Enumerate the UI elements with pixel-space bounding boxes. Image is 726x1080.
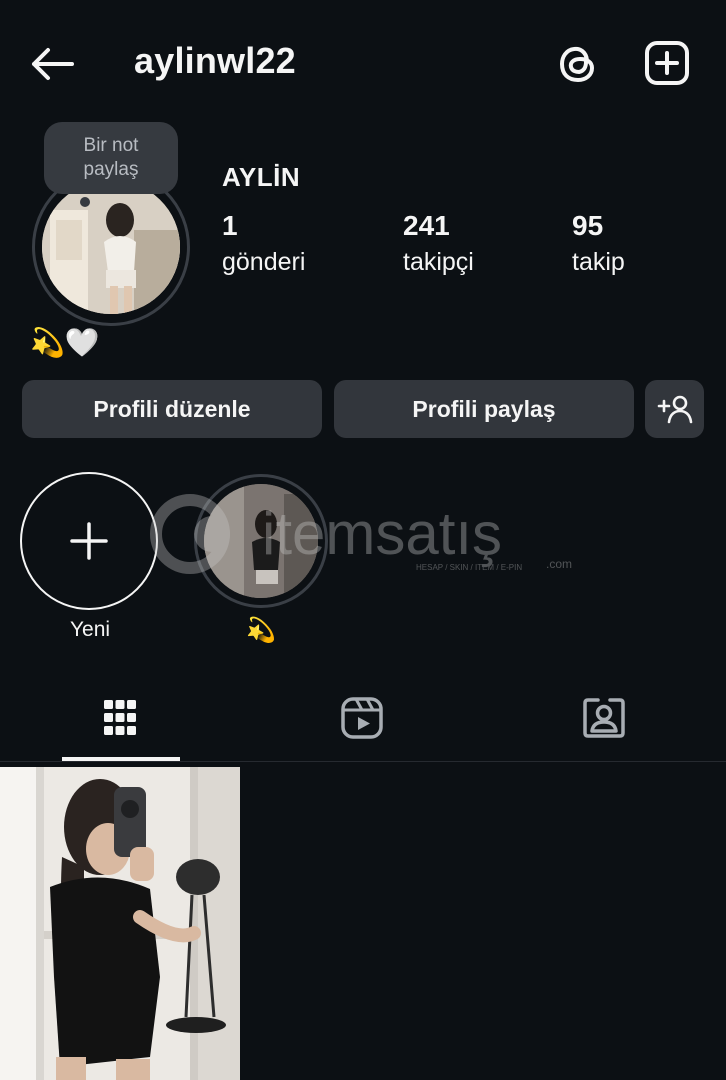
plus-icon xyxy=(70,522,108,560)
new-highlight-label: Yeni xyxy=(69,618,111,641)
avatar[interactable] xyxy=(42,180,180,314)
highlight-label: 💫 xyxy=(246,617,276,644)
followers-count[interactable]: 241 xyxy=(403,210,450,242)
add-person-icon xyxy=(657,395,692,424)
following-label[interactable]: takip xyxy=(572,248,625,277)
share-profile-label: Profili paylaş xyxy=(412,395,556,422)
tagged-person-icon[interactable] xyxy=(582,696,626,740)
svg-text:HESAP / SKIN / ITEM / E-PIN: HESAP / SKIN / ITEM / E-PIN xyxy=(416,563,522,572)
post-thumbnail[interactable] xyxy=(0,767,240,1080)
edit-profile-button[interactable]: Profili düzenle xyxy=(22,380,322,438)
edit-profile-label: Profili düzenle xyxy=(93,395,251,422)
svg-text:itemsatış: itemsatış xyxy=(262,500,502,567)
reels-icon[interactable] xyxy=(340,696,384,740)
grid-icon[interactable] xyxy=(98,696,142,740)
share-profile-button[interactable]: Profili paylaş xyxy=(334,380,634,438)
back-arrow-icon[interactable] xyxy=(28,44,76,84)
display-name: AYLİN xyxy=(222,162,301,192)
svg-text:.com: .com xyxy=(546,557,572,571)
note-text-line1: Bir not xyxy=(83,135,139,156)
following-count[interactable]: 95 xyxy=(572,210,603,242)
note-text-line2: paylaş xyxy=(83,159,139,180)
bio-text: 💫🤍 xyxy=(30,327,100,358)
followers-label[interactable]: takipçi xyxy=(403,248,474,277)
posts-count[interactable]: 1 xyxy=(222,210,238,242)
watermark-logo: itemsatış HESAP / SKIN / ITEM / E-PIN .c… xyxy=(150,494,572,574)
posts-label[interactable]: gönderi xyxy=(222,248,305,277)
threads-icon[interactable] xyxy=(554,40,602,88)
discover-people-button[interactable] xyxy=(645,380,704,438)
create-post-icon[interactable] xyxy=(642,38,692,88)
tab-divider xyxy=(0,761,726,762)
profile-username[interactable]: aylinwl22 xyxy=(134,40,296,82)
note-bubble[interactable]: Bir not paylaş xyxy=(44,122,178,194)
new-highlight-button[interactable] xyxy=(20,472,158,610)
note-bubble-tail xyxy=(80,197,90,207)
